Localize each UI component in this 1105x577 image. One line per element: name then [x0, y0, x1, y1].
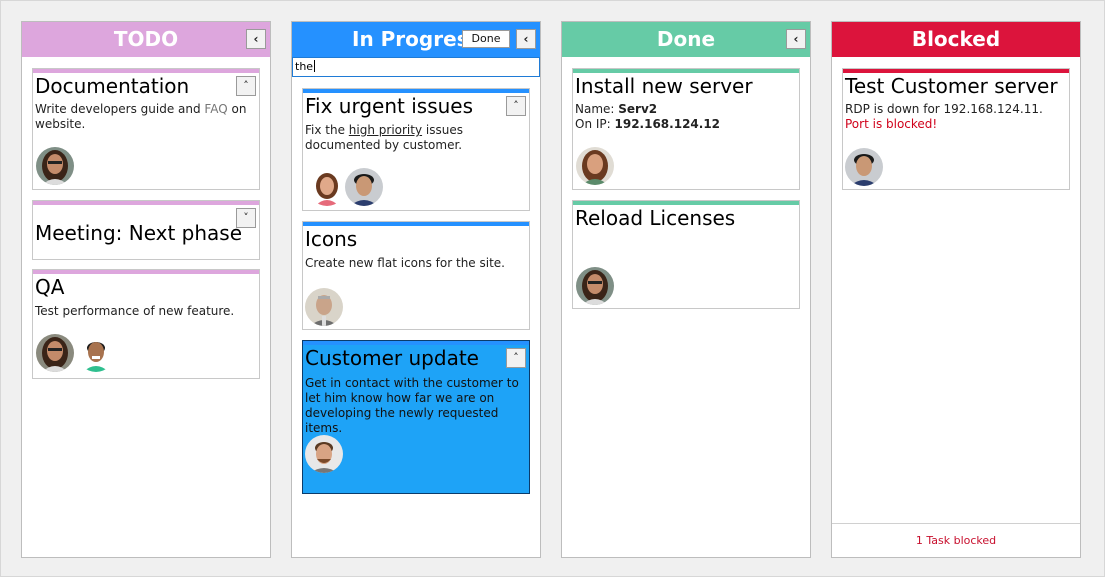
card-color-bar	[573, 201, 799, 205]
collapse-done-button[interactable]: ‹	[786, 29, 806, 49]
card-install-new-server[interactable]: Install new server Name: Serv2 On IP: 19…	[572, 68, 800, 190]
search-input[interactable]: the	[292, 57, 540, 77]
card-description: Get in contact with the customer to let …	[305, 376, 519, 435]
avatar	[345, 168, 383, 206]
chevron-left-icon: ‹	[793, 32, 799, 46]
desc-text: Fix the	[305, 123, 349, 137]
column-header-in-progress: In Progress Done ‹	[292, 22, 540, 57]
card-description: Test performance of new feature.	[35, 304, 235, 318]
card-fix-urgent-issues[interactable]: Fix urgent issues ˄ Fix the high priorit…	[302, 88, 530, 211]
column-blocked: Blocked Test Customer server RDP is down…	[831, 21, 1081, 558]
desc-text: Write developers guide and	[35, 102, 205, 116]
column-title-blocked: Blocked	[911, 27, 1001, 51]
card-color-bar	[33, 270, 259, 274]
server-ip-line: On IP: 192.168.124.12	[575, 117, 797, 132]
high-priority-link[interactable]: high priority	[349, 123, 422, 137]
avatar	[576, 267, 614, 305]
card-title: Customer update	[305, 346, 479, 370]
avatar	[576, 147, 614, 185]
card-description: Create new flat icons for the site.	[305, 256, 505, 270]
card-title: Reload Licenses	[575, 206, 736, 230]
card-qa[interactable]: QA Test performance of new feature.	[32, 269, 260, 379]
avatar	[36, 147, 74, 185]
card-color-bar	[33, 201, 259, 205]
collapse-todo-button[interactable]: ‹	[246, 29, 266, 49]
column-in-progress: In Progress Done ‹ the Fix urgent issues…	[291, 21, 541, 558]
card-title: QA	[35, 275, 65, 299]
faq-link[interactable]: FAQ	[204, 102, 227, 116]
collapse-card-button[interactable]: ˄	[506, 96, 526, 116]
card-icons[interactable]: Icons Create new flat icons for the site…	[302, 221, 530, 330]
chevron-left-icon: ‹	[523, 32, 529, 46]
avatar	[305, 288, 343, 326]
column-header-todo: TODO ‹	[22, 22, 270, 57]
chevron-up-icon: ˄	[513, 351, 519, 364]
column-done: Done ‹ Install new server Name: Serv2 On…	[561, 21, 811, 558]
chevron-up-icon: ˄	[243, 79, 249, 92]
card-reload-licenses[interactable]: Reload Licenses	[572, 200, 800, 309]
column-header-blocked: Blocked	[832, 22, 1080, 57]
card-title: Icons	[305, 227, 358, 251]
collapse-card-button[interactable]: ˄	[506, 348, 526, 368]
name-label: Name:	[575, 102, 619, 116]
card-title: Fix urgent issues	[305, 94, 474, 118]
card-description: Write developers guide and FAQ on websit…	[35, 102, 257, 132]
chevron-left-icon: ‹	[253, 32, 259, 46]
kanban-board: TODO ‹ Documentation ˄ Write developers …	[0, 0, 1105, 577]
column-header-done: Done ‹	[562, 22, 810, 57]
expand-card-button[interactable]: ˅	[236, 208, 256, 228]
done-button[interactable]: Done	[462, 30, 510, 48]
chevron-up-icon: ˄	[513, 99, 519, 112]
column-todo: TODO ‹ Documentation ˄ Write developers …	[21, 21, 271, 558]
card-color-bar	[843, 69, 1069, 73]
blocked-warning-text: Port is blocked!	[845, 117, 938, 131]
avatar	[36, 334, 74, 372]
card-color-bar	[33, 69, 259, 73]
avatar	[308, 168, 346, 206]
avatar	[305, 435, 343, 473]
card-description: RDP is down for 192.168.124.11. Port is …	[845, 102, 1067, 132]
card-customer-update[interactable]: Customer update ˄ Get in contact with th…	[302, 340, 530, 494]
card-title: Documentation	[35, 74, 190, 98]
avatar	[845, 148, 883, 186]
desc-text: RDP is down for 192.168.124.11.	[845, 102, 1043, 116]
ip-value: 192.168.124.12	[614, 117, 721, 131]
card-color-bar	[303, 222, 529, 226]
card-description: Name: Serv2 On IP: 192.168.124.12	[575, 102, 797, 132]
column-title-done: Done	[656, 27, 716, 51]
card-test-customer-server[interactable]: Test Customer server RDP is down for 192…	[842, 68, 1070, 190]
text-caret	[314, 60, 316, 72]
column-title-todo: TODO	[113, 27, 179, 51]
ip-label: On IP:	[575, 117, 615, 131]
avatar	[77, 334, 115, 372]
search-input-value: the	[295, 60, 314, 73]
card-color-bar	[303, 341, 529, 345]
card-title: Test Customer server	[845, 74, 1058, 98]
card-description: Fix the high priority issues documented …	[305, 123, 527, 153]
server-name-line: Name: Serv2	[575, 102, 797, 117]
blocked-summary: 1 Task blocked	[832, 523, 1080, 557]
card-title: Install new server	[575, 74, 753, 98]
name-value: Serv2	[618, 102, 658, 116]
collapse-in-progress-button[interactable]: ‹	[516, 29, 536, 49]
chevron-down-icon: ˅	[243, 211, 249, 224]
collapse-card-button[interactable]: ˄	[236, 76, 256, 96]
card-color-bar	[573, 69, 799, 73]
card-meeting-next-phase[interactable]: Meeting: Next phase ˅	[32, 200, 260, 260]
card-color-bar	[303, 89, 529, 93]
card-title: Meeting: Next phase	[35, 221, 243, 245]
card-documentation[interactable]: Documentation ˄ Write developers guide a…	[32, 68, 260, 190]
